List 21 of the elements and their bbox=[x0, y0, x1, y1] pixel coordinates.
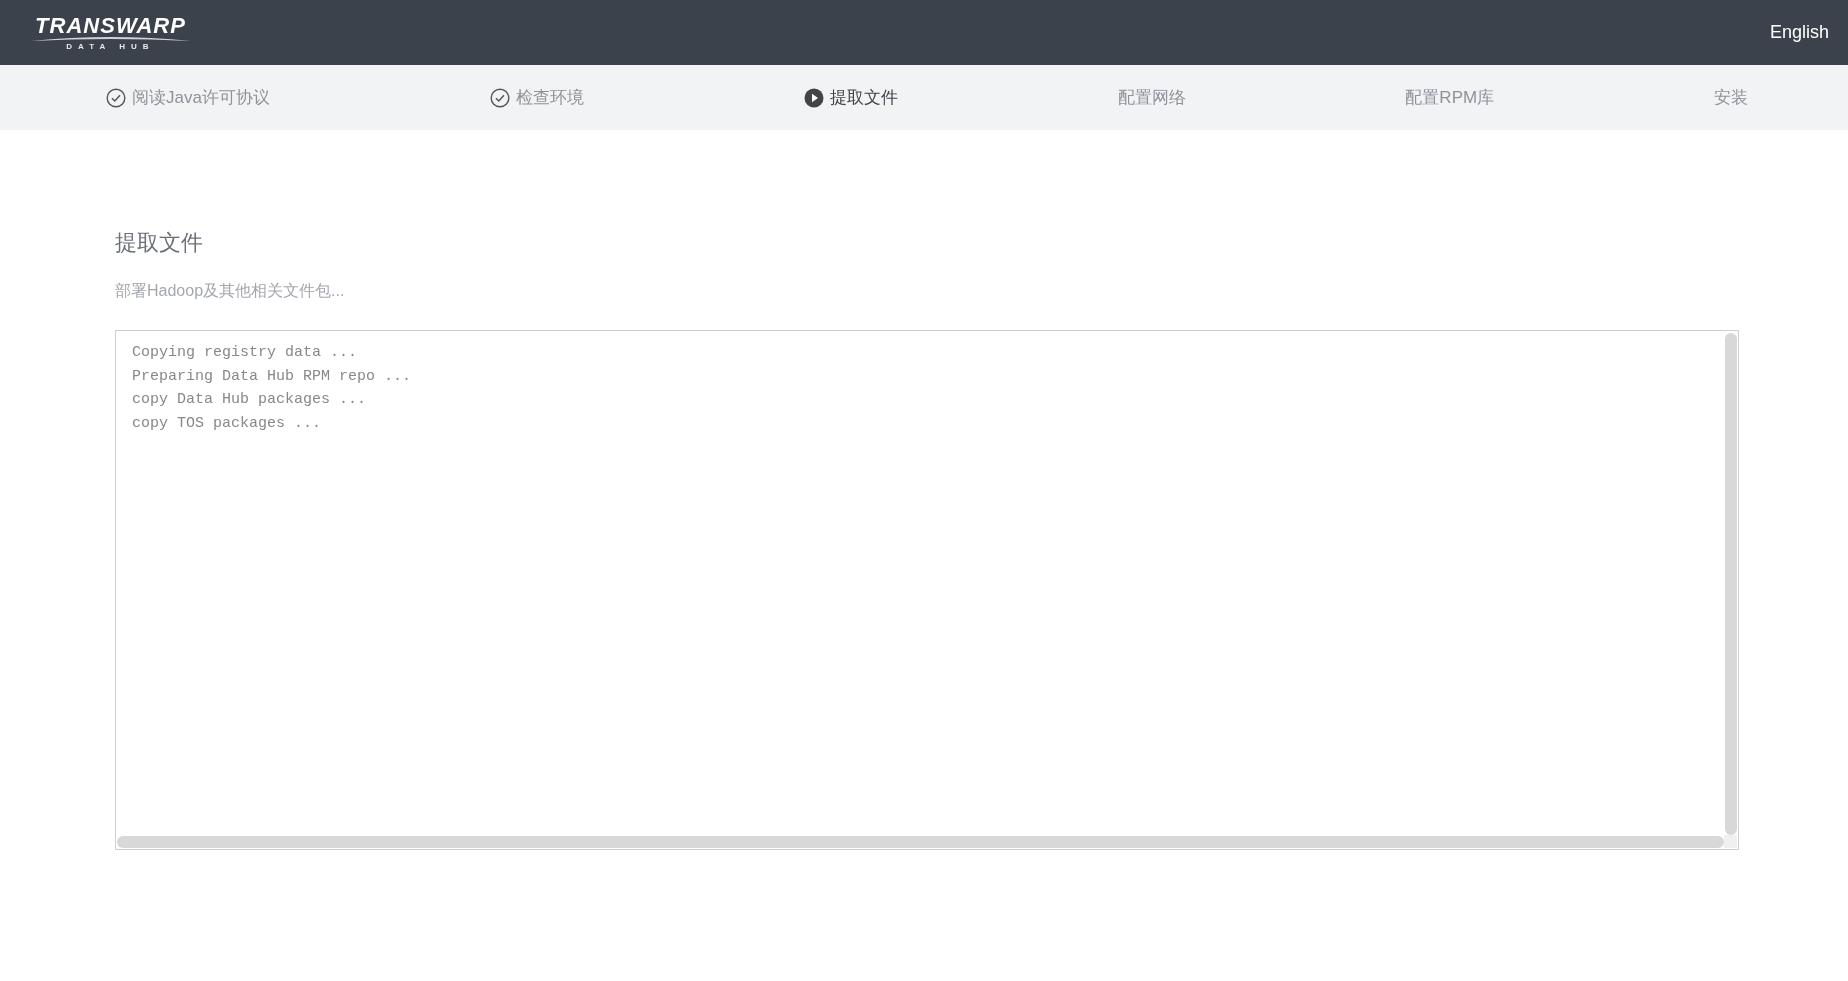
page-title: 提取文件 bbox=[115, 229, 204, 257]
horizontal-scrollbar[interactable] bbox=[117, 836, 1724, 848]
logo-wordmark: TRANSWARP bbox=[35, 13, 186, 38]
log-line: Copying registry data ... bbox=[132, 343, 359, 363]
step-label: 安装 bbox=[1714, 87, 1748, 109]
language-link[interactable]: English bbox=[1769, 22, 1829, 43]
log-line: copy TOS packages ... bbox=[132, 413, 323, 434]
logo-subtitle: DATA HUB bbox=[66, 41, 155, 52]
scrollbar-corner bbox=[1724, 835, 1737, 848]
log-line: copy Data Hub packages ... bbox=[132, 390, 368, 411]
check-circle-icon bbox=[106, 87, 126, 108]
check-circle-icon bbox=[489, 87, 510, 108]
log-line: Preparing Data Hub RPM repo ... bbox=[132, 366, 413, 387]
step-label: 检查环境 bbox=[515, 87, 584, 109]
page-description: 部署Hadoop及其他相关文件包... bbox=[115, 281, 346, 301]
play-circle-icon bbox=[803, 87, 824, 108]
vertical-scrollbar[interactable] bbox=[1725, 333, 1737, 835]
step-label: 提取文件 bbox=[829, 87, 898, 109]
step-label: 阅读Java许可协议 bbox=[132, 87, 270, 109]
step-label: 配置RPM库 bbox=[1405, 87, 1495, 109]
step-label: 配置网络 bbox=[1117, 87, 1186, 109]
